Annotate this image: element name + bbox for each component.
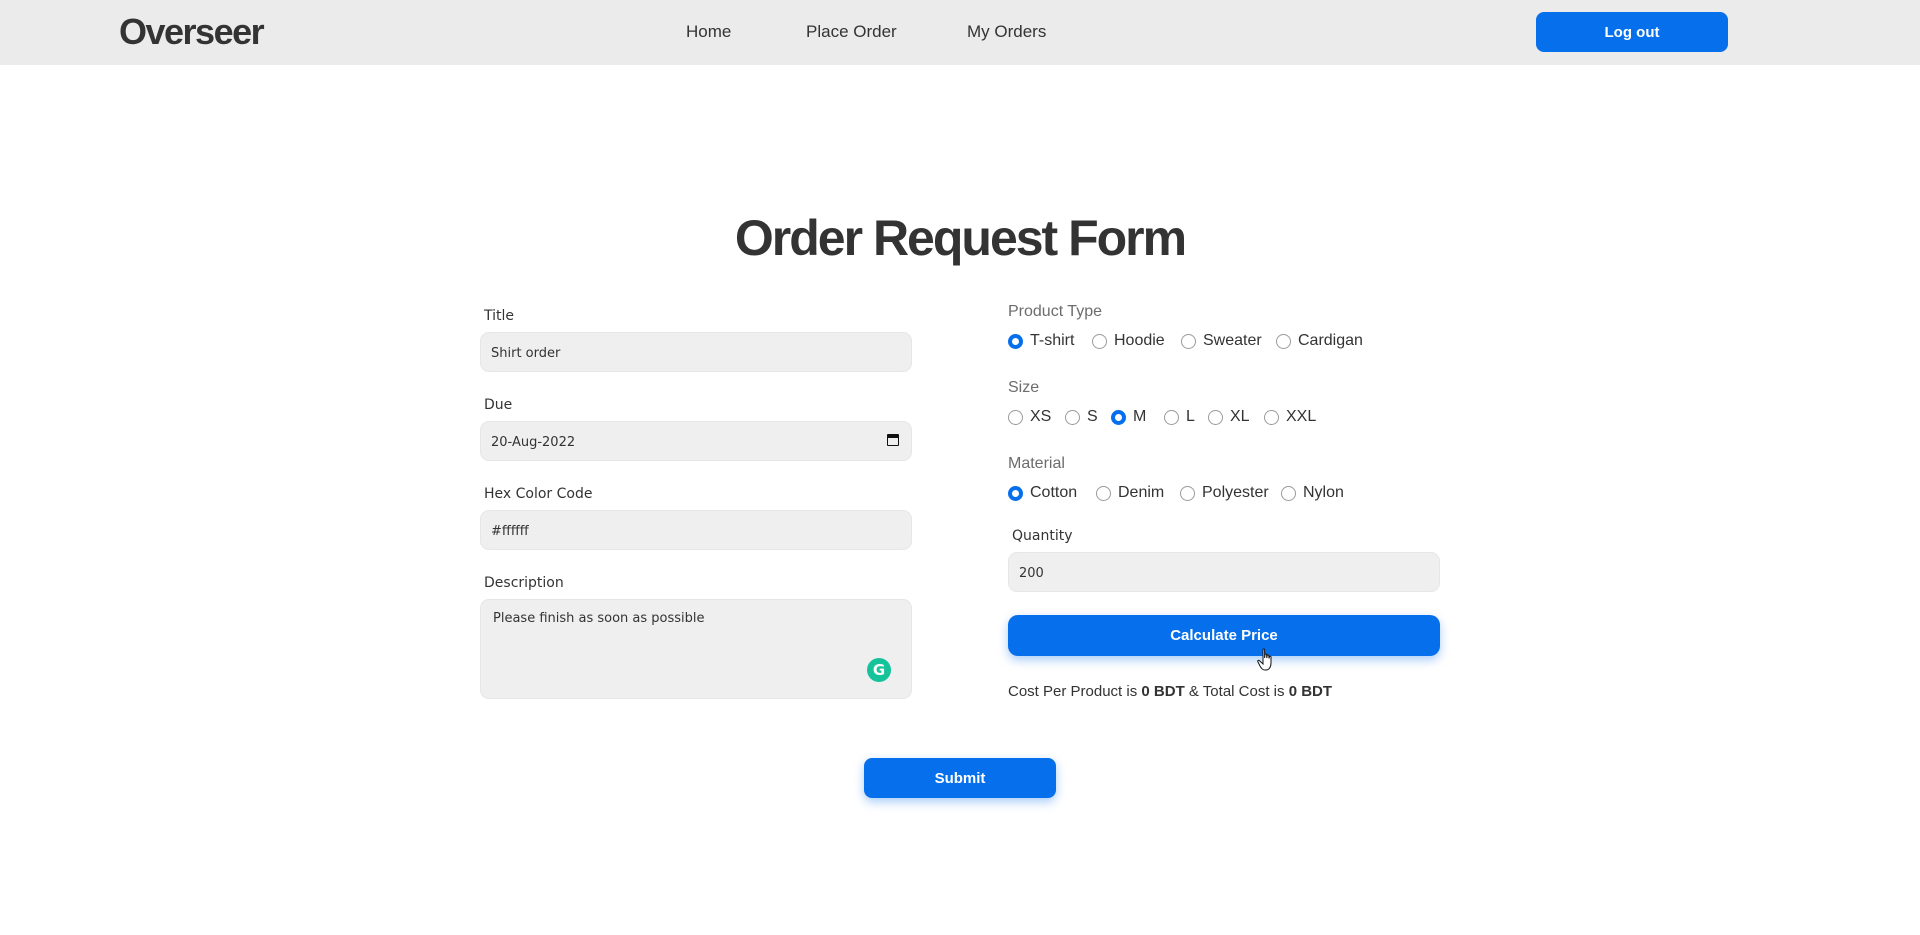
- radio-circle: [1111, 410, 1126, 425]
- product-type-label: Product Type: [1008, 303, 1102, 320]
- radio-circle: [1008, 486, 1023, 501]
- radio-label: S: [1087, 408, 1098, 425]
- top-navbar: Overseer Home Place Order My Orders Log …: [0, 0, 1920, 65]
- radio-circle: [1008, 410, 1023, 425]
- due-date-value: 20-Aug-2022: [491, 435, 576, 450]
- radio-circle: [1164, 410, 1179, 425]
- title-input-value: Shirt order: [491, 346, 561, 361]
- brand-logo[interactable]: Overseer: [119, 10, 265, 54]
- total-cost: 0 BDT: [1288, 683, 1333, 700]
- radio-label: Sweater: [1203, 332, 1262, 349]
- calculate-price-button[interactable]: Calculate Price: [1008, 615, 1440, 656]
- nav-link-my-orders[interactable]: My Orders: [967, 22, 1046, 42]
- radio-circle: [1065, 410, 1080, 425]
- hex-color-input[interactable]: #ffffff: [480, 510, 912, 550]
- material-label: Material: [1008, 455, 1065, 472]
- hex-color-value: #ffffff: [491, 524, 529, 539]
- cost-prefix: Cost Per Product is: [1008, 683, 1138, 700]
- grammarly-icon[interactable]: G: [867, 658, 891, 682]
- logout-button[interactable]: Log out: [1536, 12, 1728, 52]
- radio-circle: [1208, 410, 1223, 425]
- cost-connector: & Total Cost is: [1188, 683, 1285, 700]
- radio-circle: [1092, 334, 1107, 349]
- calendar-icon[interactable]: [887, 434, 899, 446]
- nav-link-home[interactable]: Home: [686, 22, 731, 42]
- size-label: Size: [1008, 379, 1040, 396]
- radio-circle: [1181, 334, 1196, 349]
- radio-circle: [1281, 486, 1296, 501]
- radio-label: L: [1186, 408, 1195, 425]
- radio-circle: [1008, 334, 1023, 349]
- title-input[interactable]: Shirt order: [480, 332, 912, 372]
- quantity-value: 200: [1019, 566, 1044, 581]
- hex-color-label: Hex Color Code: [484, 486, 593, 502]
- hand-pointer-icon: [1257, 648, 1272, 671]
- radio-label: Hoodie: [1114, 332, 1165, 349]
- radio-circle: [1264, 410, 1279, 425]
- radio-label: XXL: [1286, 408, 1317, 425]
- due-label: Due: [484, 397, 513, 413]
- radio-label: Cotton: [1030, 484, 1078, 501]
- page-title: Order Request Form: [734, 210, 1187, 266]
- radio-circle: [1180, 486, 1195, 501]
- cost-per-product: 0 BDT: [1141, 683, 1185, 700]
- radio-label: Denim: [1118, 484, 1165, 501]
- title-label: Title: [484, 308, 515, 324]
- description-value: Please finish as soon as possible: [493, 611, 705, 626]
- radio-label: Polyester: [1202, 484, 1269, 501]
- nav-link-place-order[interactable]: Place Order: [806, 22, 897, 42]
- radio-circle: [1096, 486, 1111, 501]
- description-textarea[interactable]: Please finish as soon as possible G: [480, 599, 912, 699]
- radio-label: XL: [1230, 408, 1250, 425]
- quantity-label: Quantity: [1012, 528, 1073, 544]
- due-date-input[interactable]: 20-Aug-2022: [480, 421, 912, 461]
- radio-label: Cardigan: [1298, 332, 1363, 349]
- radio-label: Nylon: [1303, 484, 1344, 501]
- description-label: Description: [484, 575, 564, 591]
- radio-label: T-shirt: [1030, 332, 1075, 349]
- cost-summary: Cost Per Product is 0 BDT & Total Cost i…: [1008, 683, 1332, 700]
- radio-label: XS: [1030, 408, 1052, 425]
- quantity-input[interactable]: 200: [1008, 552, 1440, 592]
- radio-label: M: [1133, 408, 1147, 425]
- submit-button[interactable]: Submit: [864, 758, 1056, 798]
- radio-circle: [1276, 334, 1291, 349]
